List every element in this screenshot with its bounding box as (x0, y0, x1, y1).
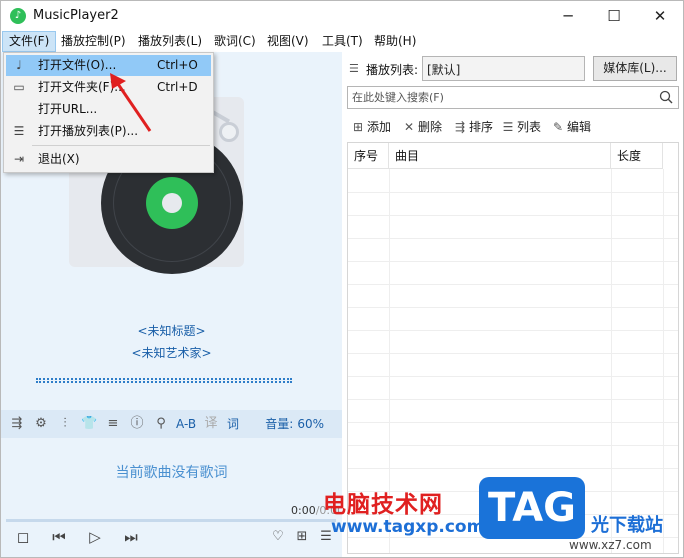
menu-file[interactable]: 文件(F) (2, 31, 57, 52)
search-icon[interactable]: ⚲ (153, 416, 169, 432)
edit-button[interactable]: ✎ 编辑 (551, 118, 591, 136)
play-icon[interactable]: ▷ (85, 526, 105, 548)
song-title: <未知标题> (137, 324, 206, 338)
grid-line (348, 353, 678, 354)
title-bar: ♪ MusicPlayer2 ─ ☐ ✕ (1, 1, 683, 31)
watermark-url: www.tagxp.com (331, 517, 485, 537)
grid-line (348, 238, 678, 239)
playlist-label: 播放列表: (366, 63, 419, 77)
control-bar: ⇶ ⚙ ⫶ 👕 ≡ ⓘ ⚲ A-B 译 词 音量: 60% (1, 410, 342, 438)
menu-help[interactable]: 帮助(H) (368, 31, 422, 52)
progress-bar[interactable] (6, 519, 336, 522)
annotation-arrow-icon (110, 73, 152, 132)
menu-lines-icon[interactable]: ≡ (105, 416, 121, 432)
grid-line (348, 261, 678, 262)
no-lyrics-message: 当前歌曲没有歌词 (115, 465, 228, 481)
grid-line (348, 376, 678, 377)
menu-playlist[interactable]: 播放列表(L) (132, 31, 208, 52)
grid-line (348, 330, 678, 331)
grid-line (348, 468, 678, 469)
watermark-site: 光下载站 (591, 515, 663, 536)
delete-button[interactable]: ✕ 删除 (402, 118, 442, 136)
grid-line (611, 169, 612, 553)
equalizer-icon[interactable]: ⫶ (57, 416, 73, 432)
lyrics-button[interactable]: 词 (227, 416, 239, 432)
search-box (347, 86, 679, 109)
list-icon: ☰ (502, 120, 514, 134)
list-button[interactable]: ☰ 列表 (501, 118, 541, 136)
song-artist: <未知艺术家> (131, 346, 212, 360)
playlist-toolbar: ⊞ 添加 ✕ 删除 ⇶ 排序 ☰ 列表 ✎ 编辑 (342, 114, 683, 138)
pencil-icon: ✎ (552, 120, 564, 134)
previous-icon[interactable]: ⏮ (49, 526, 69, 548)
menu-playback[interactable]: 播放控制(P) (55, 31, 132, 52)
menu-tools[interactable]: 工具(T) (316, 31, 369, 52)
grid-line (348, 307, 678, 308)
translate-icon[interactable]: 译 (203, 416, 219, 432)
grid-line (348, 192, 678, 193)
column-header-index[interactable]: 序号 (348, 143, 389, 169)
playlist-icon: ☰ (349, 62, 359, 75)
music-note-icon: ♩ (16, 58, 22, 72)
menu-item-exit[interactable]: ⇥ 退出(X) (6, 149, 211, 170)
window-title: MusicPlayer2 (33, 8, 119, 23)
close-button[interactable]: ✕ (637, 1, 683, 31)
sort-button[interactable]: ⇶ 排序 (453, 118, 493, 136)
settings-icon[interactable]: ⚙ (33, 416, 49, 432)
info-icon[interactable]: ⓘ (129, 416, 145, 432)
ab-repeat-button[interactable]: A-B (176, 416, 196, 432)
grid-line (663, 169, 664, 553)
watermark-tag-logo: TAG (479, 477, 585, 539)
playlist-mode-icon[interactable]: ⇶ (9, 416, 25, 432)
menu-bar: 文件(F) 播放控制(P) 播放列表(L) 歌词(C) 视图(V) 工具(T) … (1, 31, 683, 52)
next-icon[interactable]: ⏭ (121, 526, 141, 548)
spectrum-visualizer (36, 378, 292, 383)
menu-view[interactable]: 视图(V) (261, 31, 315, 52)
folder-icon: ▭ (13, 80, 25, 94)
stop-icon[interactable]: ◻ (13, 526, 33, 548)
app-icon: ♪ (10, 8, 26, 24)
column-header-track[interactable]: 曲目 (389, 143, 611, 169)
volume-label: 音量: (265, 417, 294, 431)
maximize-button[interactable]: ☐ (591, 1, 637, 31)
favorite-heart-icon[interactable]: ♡ (269, 528, 287, 546)
watermark-site-url: www.xz7.com (569, 538, 652, 552)
current-playlist-field: [默认] (422, 56, 585, 81)
grid-line (348, 422, 678, 423)
watermark-text: 电脑技术网 (323, 492, 443, 518)
menu-separator (32, 145, 210, 146)
volume-value: 60% (297, 417, 324, 431)
menu-lyrics[interactable]: 歌词(C) (208, 31, 262, 52)
search-icon[interactable] (659, 90, 673, 104)
app-window: ♪ MusicPlayer2 ─ ☐ ✕ 文件(F) 播放控制(P) 播放列表(… (0, 0, 684, 558)
plus-icon: ⊞ (352, 120, 364, 134)
grid-line (348, 399, 678, 400)
media-library-button[interactable]: 媒体库(L)... (593, 56, 677, 81)
x-icon: ✕ (403, 120, 415, 134)
skin-icon[interactable]: 👕 (81, 416, 97, 432)
volume-display[interactable]: 音量: 60% (265, 416, 324, 432)
column-header-length[interactable]: 长度 (611, 143, 663, 169)
minimize-button[interactable]: ─ (545, 1, 591, 31)
vinyl-hole (162, 193, 182, 213)
sort-icon: ⇶ (454, 120, 466, 134)
exit-icon: ⇥ (13, 152, 25, 166)
grid-line (348, 284, 678, 285)
time-current: 0:00 (291, 504, 316, 517)
add-button[interactable]: ⊞ 添加 (351, 118, 391, 136)
tonearm-pivot (219, 122, 239, 142)
playlist-icon: ☰ (13, 124, 25, 138)
grid-line (348, 445, 678, 446)
search-input[interactable] (348, 87, 648, 108)
grid-view-icon[interactable]: ⊞ (293, 528, 311, 546)
grid-line (348, 215, 678, 216)
